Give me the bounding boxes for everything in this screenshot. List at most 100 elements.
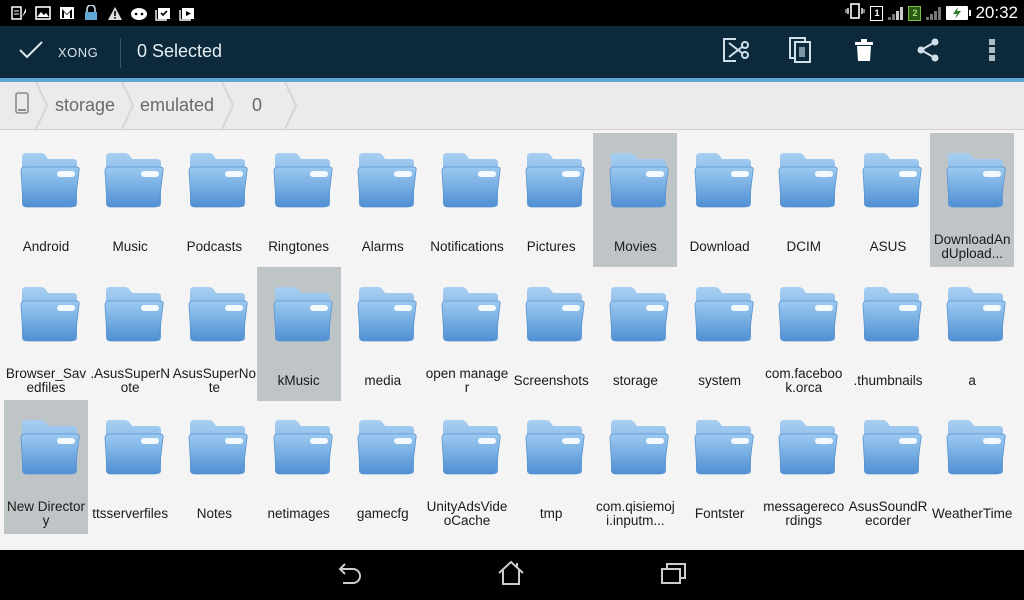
folder-item[interactable]: Notifications xyxy=(425,133,509,267)
folder-item[interactable]: open manager xyxy=(425,267,509,401)
folder-icon xyxy=(441,153,501,208)
more-options-button[interactable] xyxy=(960,26,1024,78)
folder-item[interactable]: media xyxy=(341,267,425,401)
folder-name: com.qisiemoji.inputm... xyxy=(596,499,675,528)
folder-item[interactable]: ASUS xyxy=(846,133,930,267)
folder-name: Notifications xyxy=(430,239,504,254)
folder-item[interactable]: com.qisiemoji.inputm... xyxy=(593,400,677,534)
folder-item[interactable]: New Directory xyxy=(4,400,88,534)
share-button[interactable] xyxy=(896,26,960,78)
folder-item[interactable]: tmp xyxy=(509,400,593,534)
folder-icon xyxy=(357,153,417,208)
folder-name: .AsusSuperNote xyxy=(90,365,170,395)
folder-item[interactable]: ttsserverfiles xyxy=(88,400,172,534)
system-status: 1 2 20:32 xyxy=(845,2,1018,23)
folder-icon xyxy=(946,153,1006,208)
folder-icon xyxy=(694,420,754,475)
folder-name: Pictures xyxy=(526,239,576,254)
recent-apps-button[interactable] xyxy=(644,558,704,592)
folder-item[interactable]: Screenshots xyxy=(509,267,593,401)
folder-name: WeatherTime xyxy=(932,506,1013,521)
folder-item[interactable]: a xyxy=(930,267,1014,401)
folder-item[interactable]: messagerecordings xyxy=(762,400,846,534)
breadcrumb-item-0[interactable]: 0 xyxy=(252,82,262,129)
folder-item[interactable]: system xyxy=(678,267,762,401)
folder-icon xyxy=(694,286,754,341)
folder-item[interactable]: DownloadAndUpload... xyxy=(930,133,1015,267)
breadcrumb-root[interactable] xyxy=(8,82,36,129)
cut-button[interactable] xyxy=(704,26,768,78)
done-label: XONG xyxy=(58,44,99,60)
folder-item[interactable]: .AsusSuperNote xyxy=(88,267,172,401)
folder-name: Music xyxy=(112,239,148,254)
folder-icon xyxy=(778,420,838,475)
signal-strength-icon xyxy=(926,6,942,20)
folder-item[interactable]: Download xyxy=(678,133,762,267)
navigation-bar xyxy=(0,550,1024,600)
folder-name: AsusSuperNote xyxy=(172,365,257,395)
delete-button[interactable] xyxy=(832,26,896,78)
folder-item[interactable]: gamecfg xyxy=(341,400,425,534)
folder-icon xyxy=(525,286,585,341)
home-button[interactable] xyxy=(481,558,541,592)
folder-item[interactable]: DCIM xyxy=(762,133,846,267)
folder-item[interactable]: Ringtones xyxy=(257,133,341,267)
breadcrumb-item-storage[interactable]: storage xyxy=(55,82,115,129)
folder-item[interactable]: Notes xyxy=(172,400,256,534)
folder-icon xyxy=(609,420,669,475)
folder-icon xyxy=(273,153,333,208)
back-icon xyxy=(337,561,363,590)
folder-item[interactable]: Fontster xyxy=(678,400,762,534)
folder-item[interactable]: WeatherTime xyxy=(930,400,1014,534)
breadcrumb: storage emulated 0 xyxy=(0,82,1024,130)
folder-item[interactable]: UnityAdsVideoCache xyxy=(425,400,509,534)
folder-item[interactable]: Music xyxy=(88,133,172,267)
folder-name: Notes xyxy=(196,506,233,521)
folder-item[interactable]: netimages xyxy=(257,400,341,534)
folder-icon xyxy=(188,420,248,475)
notes-icon xyxy=(10,4,28,22)
cut-icon xyxy=(722,37,750,68)
folder-icon xyxy=(609,153,669,208)
folder-grid: Android Music Podcasts Ringtones Alarms … xyxy=(0,130,1024,550)
folder-name: ttsserverfiles xyxy=(92,506,169,521)
folder-name: Movies xyxy=(614,239,657,254)
folder-item[interactable]: com.facebook.orca xyxy=(762,267,846,401)
folder-name: tmp xyxy=(539,506,563,521)
folder-name: open manager xyxy=(425,365,509,395)
folder-icon xyxy=(20,286,80,341)
breadcrumb-separator-icon xyxy=(221,82,235,129)
copy-button[interactable] xyxy=(768,26,832,78)
home-icon xyxy=(497,560,525,591)
folder-item[interactable]: storage xyxy=(593,267,677,401)
folder-item[interactable]: .thumbnails xyxy=(846,267,930,401)
done-button[interactable]: XONG xyxy=(0,26,118,78)
warning-icon xyxy=(106,4,124,22)
breadcrumb-separator-icon xyxy=(35,82,49,129)
folder-item[interactable]: AsusSuperNote xyxy=(172,267,256,401)
android-icon xyxy=(130,4,148,22)
folder-item[interactable]: Pictures xyxy=(509,133,593,267)
folder-item[interactable]: Podcasts xyxy=(172,133,256,267)
status-bar: 1 2 20:32 xyxy=(0,0,1024,26)
folder-icon xyxy=(104,286,164,341)
folder-item[interactable]: Movies xyxy=(593,133,678,267)
folder-icon xyxy=(357,420,417,475)
folder-icon xyxy=(20,153,80,208)
folder-item[interactable]: Alarms xyxy=(341,133,425,267)
folder-item[interactable]: Android xyxy=(4,133,88,267)
folder-name: Download xyxy=(689,239,750,254)
signal-strength-icon xyxy=(888,6,904,20)
folder-item[interactable]: Browser_Savedfiles xyxy=(4,267,88,401)
folder-icon xyxy=(104,153,164,208)
delete-icon xyxy=(854,38,874,67)
folder-icon xyxy=(357,286,417,341)
breadcrumb-item-emulated[interactable]: emulated xyxy=(140,82,214,129)
folder-item[interactable]: AsusSoundRecorder xyxy=(846,400,930,534)
folder-item[interactable]: kMusic xyxy=(256,266,341,401)
folder-icon xyxy=(20,420,80,475)
folder-icon xyxy=(441,286,501,341)
folder-name: Screenshots xyxy=(513,372,589,388)
back-button[interactable] xyxy=(320,558,380,592)
folder-icon xyxy=(188,153,248,208)
